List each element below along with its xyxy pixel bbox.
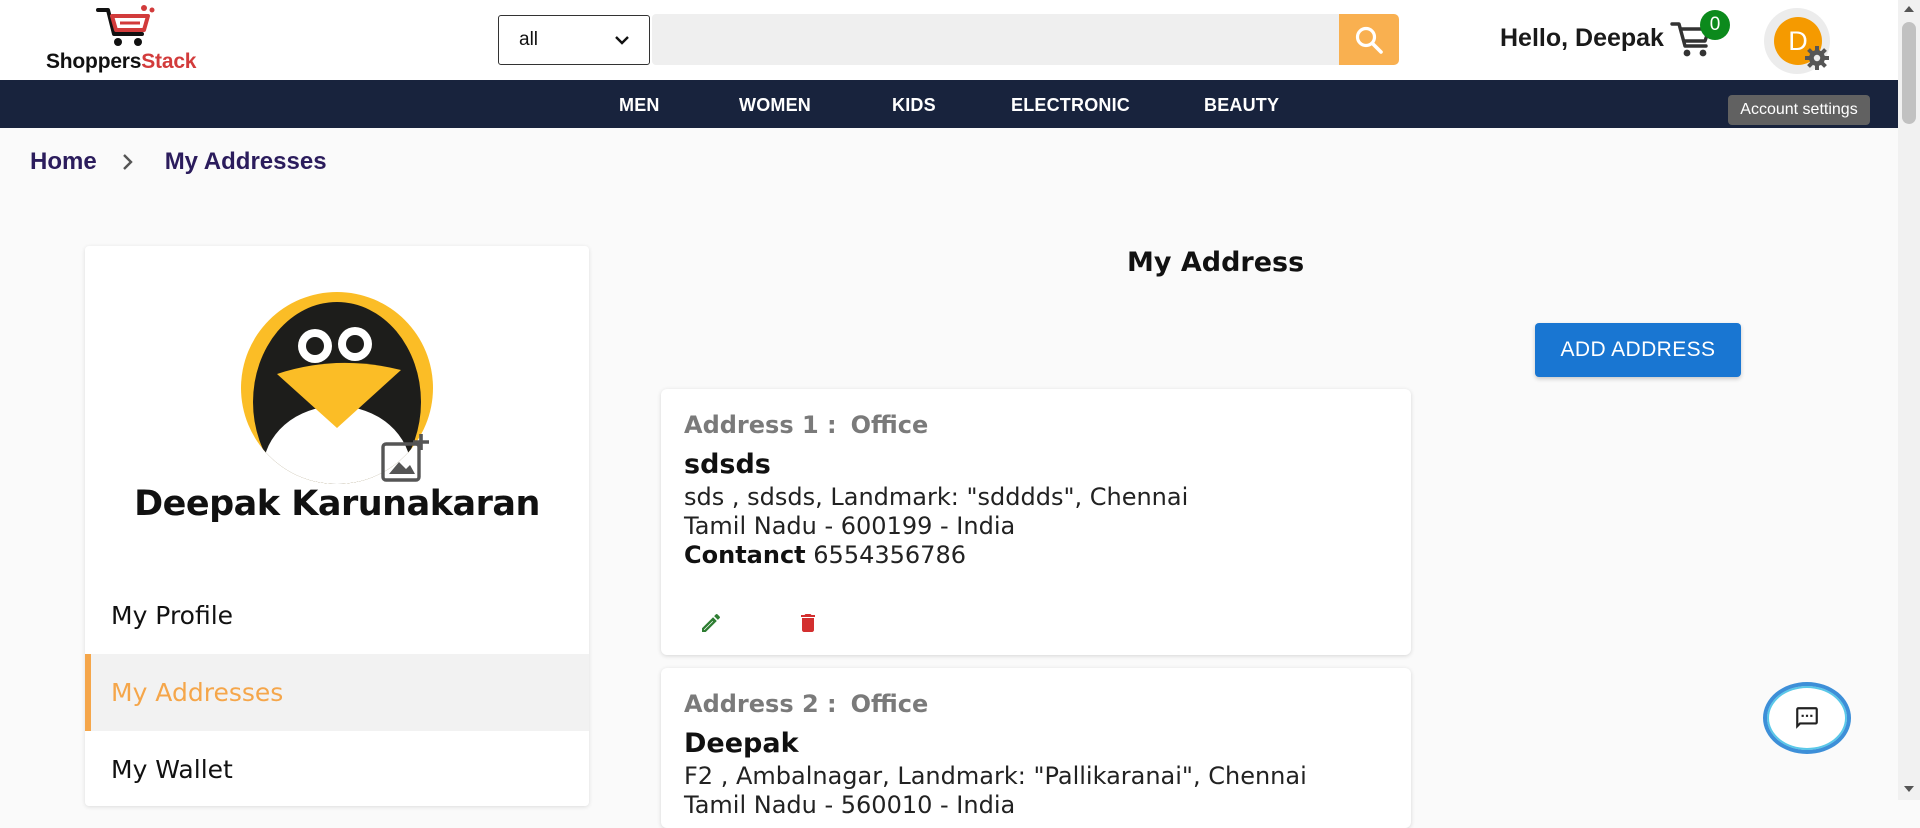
chat-icon <box>1796 707 1818 729</box>
address-name: sdsds <box>684 449 771 480</box>
category-select-value: all <box>519 29 539 50</box>
address-type: Office <box>850 411 929 439</box>
address-card: Address 2 : Office Deepak F2 , Ambalnagar… <box>661 668 1411 828</box>
address-line1: F2 , Ambalnagar, Landmark: "Pallikaranai… <box>684 762 1307 790</box>
delete-icon[interactable] <box>796 611 820 635</box>
breadcrumb-home[interactable]: Home <box>30 148 97 176</box>
nav-item-beauty[interactable]: BEAUTY <box>1204 95 1279 116</box>
cart-logo-icon <box>96 5 155 46</box>
address-type: Office <box>850 690 929 718</box>
category-nav: MEN WOMEN KIDS ELECTRONIC BEAUTY <box>0 80 1898 128</box>
address-contact: Contanct 6554356786 <box>684 541 966 569</box>
address-card: Address 1 : Office sdsds sds , sdsds, Lan… <box>661 389 1411 655</box>
address-line1: sds , sdsds, Landmark: "sdddds", Chennai <box>684 483 1189 511</box>
search-button[interactable] <box>1339 14 1399 65</box>
search-input[interactable] <box>652 14 1340 65</box>
menu-my-wallet[interactable]: My Wallet <box>85 731 589 808</box>
address-line2: Tamil Nadu - 600199 - India <box>684 512 1016 540</box>
contact-label: Contanct <box>684 541 806 569</box>
address-line2: Tamil Nadu - 560010 - India <box>684 791 1016 819</box>
chat-button[interactable] <box>1763 682 1851 754</box>
chevron-down-icon <box>615 36 629 45</box>
menu-my-addresses[interactable]: My Addresses <box>85 654 589 731</box>
add-address-button[interactable]: ADD ADDRESS <box>1535 323 1741 377</box>
breadcrumb: Home My Addresses <box>30 148 327 176</box>
address-name: Deepak <box>684 728 799 759</box>
nav-item-men[interactable]: MEN <box>619 95 660 116</box>
menu-my-profile[interactable]: My Profile <box>85 577 589 654</box>
header: ShoppersStack all Hello, Deepak 0 D <box>0 0 1898 80</box>
cart-count-badge: 0 <box>1700 10 1730 40</box>
chevron-right-icon <box>122 154 133 170</box>
search-icon <box>1355 26 1383 54</box>
logo[interactable]: ShoppersStack <box>46 4 226 76</box>
page-title: My Address <box>1127 247 1305 278</box>
account-settings-tooltip: Account settings <box>1728 95 1870 125</box>
nav-item-electronic[interactable]: ELECTRONIC <box>1011 95 1130 116</box>
add-photo-icon[interactable] <box>379 432 431 484</box>
nav-item-kids[interactable]: KIDS <box>892 95 936 116</box>
profile-name: Deepak Karunakaran <box>134 484 540 524</box>
profile-sidebar: Deepak Karunakaran My Profile My Address… <box>85 246 589 806</box>
nav-item-women[interactable]: WOMEN <box>739 95 811 116</box>
contact-number: 6554356786 <box>813 541 966 569</box>
address-heading: Address 2 : Office <box>684 690 928 718</box>
address-label: Address 1 : <box>684 411 837 439</box>
scroll-thumb[interactable] <box>1902 22 1916 124</box>
scroll-down-arrow[interactable] <box>1904 786 1914 792</box>
breadcrumb-current: My Addresses <box>164 148 327 175</box>
greeting: Hello, Deepak <box>1500 24 1664 52</box>
scroll-up-arrow[interactable] <box>1904 6 1914 12</box>
account-avatar-button[interactable]: D <box>1764 8 1830 74</box>
gear-icon <box>1805 46 1829 70</box>
page-scrollbar[interactable] <box>1898 0 1920 800</box>
edit-icon[interactable] <box>699 611 723 635</box>
address-heading: Address 1 : Office <box>684 411 928 439</box>
address-label: Address 2 : <box>684 690 837 718</box>
logo-text: ShoppersStack <box>46 50 197 73</box>
category-select[interactable]: all <box>498 15 650 65</box>
